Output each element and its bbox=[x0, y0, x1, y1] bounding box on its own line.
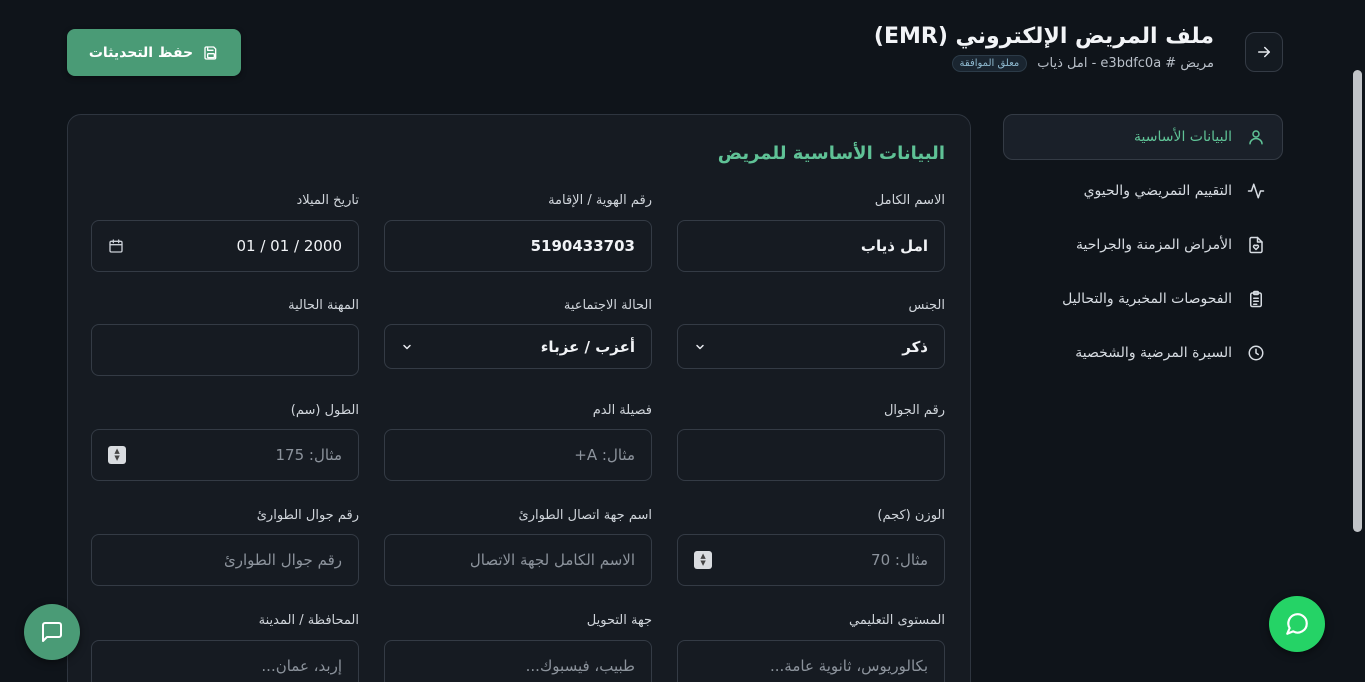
clipboard-list-icon bbox=[1246, 289, 1266, 309]
occupation-label: المهنة الحالية bbox=[288, 298, 359, 313]
user-icon bbox=[1246, 127, 1266, 147]
basic-info-card: البيانات الأساسية للمريض الاسم الكامل ام… bbox=[67, 114, 971, 682]
sidebar-item-label: السيرة المرضية والشخصية bbox=[1075, 345, 1232, 361]
card-title: البيانات الأساسية للمريض bbox=[717, 143, 945, 164]
sidebar-item-basic-info[interactable]: البيانات الأساسية bbox=[1003, 114, 1283, 160]
full-name-input[interactable]: امل ذياب bbox=[677, 220, 945, 272]
activity-icon bbox=[1246, 181, 1266, 201]
blood-type-placeholder: مثال: A+ bbox=[574, 446, 635, 464]
education-input[interactable]: بكالوريوس، ثانوية عامة... bbox=[677, 640, 945, 682]
arrow-right-icon bbox=[1258, 46, 1270, 58]
weight-label: الوزن (كجم) bbox=[877, 508, 945, 523]
blood-type-label: فصيلة الدم bbox=[592, 403, 652, 418]
emergency-phone-input[interactable]: رقم جوال الطوارئ bbox=[91, 534, 359, 586]
gender-select[interactable]: ذكر bbox=[677, 324, 945, 369]
chevron-down-icon bbox=[694, 341, 706, 353]
referral-label: جهة التحويل bbox=[586, 613, 652, 628]
save-button-label: حفظ التحديثات bbox=[88, 44, 194, 61]
occupation-input[interactable] bbox=[91, 324, 359, 376]
mobile-input[interactable] bbox=[677, 429, 945, 481]
chat-button[interactable] bbox=[24, 604, 80, 660]
mobile-label: رقم الجوال bbox=[883, 403, 945, 418]
birth-date-value: 01 / 01 / 2000 bbox=[236, 237, 342, 255]
sidebar-item-label: التقييم التمريضي والحيوي bbox=[1083, 183, 1232, 199]
sidebar-item-chronic-diseases[interactable]: الأمراض المزمنة والجراحية bbox=[1003, 222, 1283, 268]
gender-value: ذكر bbox=[902, 337, 928, 356]
save-updates-button[interactable]: حفظ التحديثات bbox=[67, 29, 241, 76]
chevron-down-icon bbox=[401, 341, 413, 353]
gender-label: الجنس bbox=[908, 298, 945, 313]
page-title: ملف المريض الإلكتروني (EMR) bbox=[873, 24, 1214, 49]
marital-status-value: أعزب / عزباء bbox=[540, 337, 635, 356]
education-placeholder: بكالوريوس، ثانوية عامة... bbox=[770, 657, 928, 675]
page-header: ملف المريض الإلكتروني (EMR) مريض # e3bdf… bbox=[874, 24, 1214, 72]
sidebar-item-nursing-assessment[interactable]: التقييم التمريضي والحيوي bbox=[1003, 168, 1283, 214]
emergency-phone-placeholder: رقم جوال الطوارئ bbox=[224, 551, 342, 569]
sidebar-nav: البيانات الأساسية التقييم التمريضي والحي… bbox=[1003, 114, 1283, 384]
national-id-input[interactable]: 5190433703 bbox=[384, 220, 652, 272]
scrollbar-thumb[interactable] bbox=[1353, 70, 1362, 532]
patient-subline: مريض # e3bdfc0a - امل ذياب معلق الموافقة bbox=[874, 55, 1214, 72]
calendar-icon[interactable] bbox=[108, 238, 124, 254]
height-input[interactable]: مثال: 175 ▲ ▼ bbox=[91, 429, 359, 481]
status-badge: معلق الموافقة bbox=[951, 55, 1028, 72]
referral-placeholder: طبيب، فيسبوك... bbox=[525, 657, 635, 675]
weight-input[interactable]: مثال: 70 ▲ ▼ bbox=[677, 534, 945, 586]
national-id-value: 5190433703 bbox=[530, 237, 635, 255]
patient-identifier: مريض # e3bdfc0a - امل ذياب bbox=[1037, 56, 1214, 71]
marital-status-label: الحالة الاجتماعية bbox=[563, 298, 652, 313]
birth-date-label: تاريخ الميلاد bbox=[296, 193, 359, 208]
weight-placeholder: مثال: 70 bbox=[871, 551, 928, 569]
message-square-icon bbox=[42, 622, 62, 642]
emergency-name-placeholder: الاسم الكامل لجهة الاتصال bbox=[469, 551, 635, 569]
height-label: الطول (سم) bbox=[290, 403, 359, 418]
save-icon bbox=[204, 45, 217, 60]
national-id-label: رقم الهوية / الإقامة bbox=[548, 193, 652, 208]
page-scrollbar[interactable] bbox=[1350, 0, 1365, 682]
sidebar-item-lab-tests[interactable]: الفحوصات المخبرية والتحاليل bbox=[1003, 276, 1283, 322]
height-placeholder: مثال: 175 bbox=[275, 446, 343, 464]
marital-status-select[interactable]: أعزب / عزباء bbox=[384, 324, 652, 369]
sidebar-item-label: الأمراض المزمنة والجراحية bbox=[1076, 237, 1232, 253]
education-label: المستوى التعليمي bbox=[849, 613, 945, 628]
full-name-label: الاسم الكامل bbox=[874, 193, 945, 208]
emergency-name-input[interactable]: الاسم الكامل لجهة الاتصال bbox=[384, 534, 652, 586]
clock-icon bbox=[1246, 343, 1266, 363]
sidebar-item-label: البيانات الأساسية bbox=[1134, 129, 1232, 145]
sidebar-item-label: الفحوصات المخبرية والتحاليل bbox=[1062, 291, 1232, 307]
city-placeholder: إربد، عمان... bbox=[261, 657, 342, 675]
emergency-name-label: اسم جهة اتصال الطوارئ bbox=[518, 508, 652, 523]
city-input[interactable]: إربد، عمان... bbox=[91, 640, 359, 682]
message-circle-icon bbox=[1286, 613, 1308, 635]
blood-type-input[interactable]: مثال: A+ bbox=[384, 429, 652, 481]
number-spinner[interactable]: ▲ ▼ bbox=[108, 446, 126, 464]
city-label: المحافظة / المدينة bbox=[258, 613, 359, 628]
emr-page: ملف المريض الإلكتروني (EMR) مريض # e3bdf… bbox=[0, 0, 1350, 682]
sidebar-item-medical-history[interactable]: السيرة المرضية والشخصية bbox=[1003, 330, 1283, 376]
emergency-phone-label: رقم جوال الطوارئ bbox=[256, 508, 359, 523]
full-name-value: امل ذياب bbox=[860, 237, 928, 255]
number-spinner[interactable]: ▲ ▼ bbox=[694, 551, 712, 569]
referral-input[interactable]: طبيب، فيسبوك... bbox=[384, 640, 652, 682]
birth-date-input[interactable]: 01 / 01 / 2000 bbox=[91, 220, 359, 272]
file-heart-icon bbox=[1246, 235, 1266, 255]
back-button[interactable] bbox=[1245, 32, 1283, 72]
whatsapp-button[interactable] bbox=[1269, 596, 1325, 652]
